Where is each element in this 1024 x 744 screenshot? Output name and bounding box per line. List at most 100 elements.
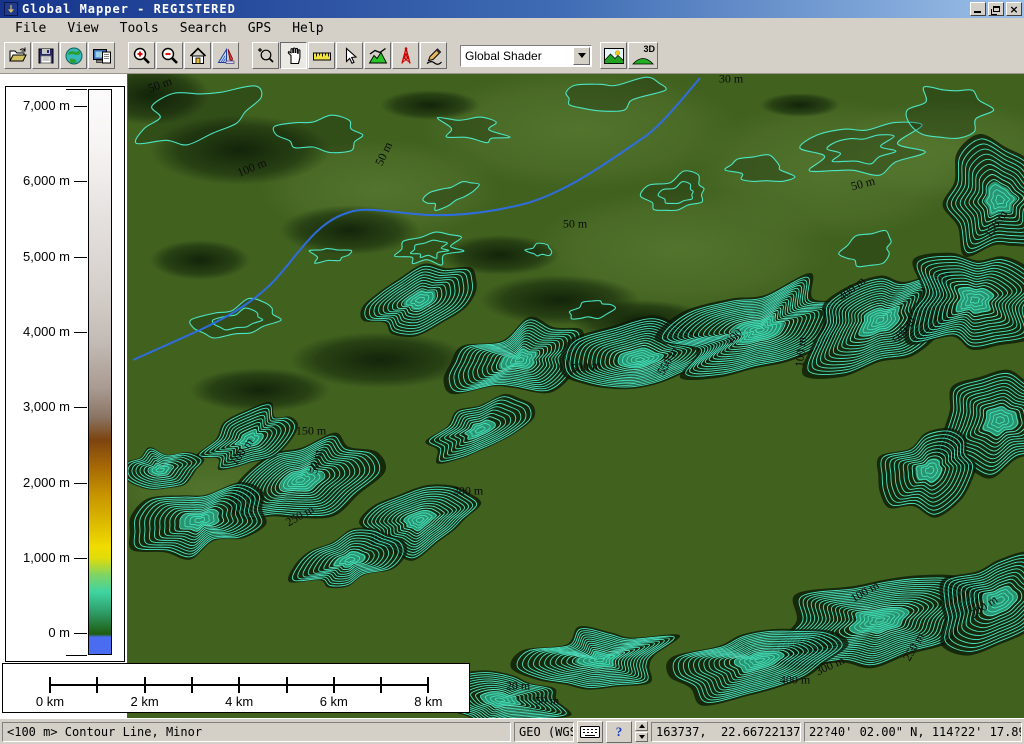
pan-tool-button[interactable] xyxy=(280,42,307,69)
legend-tick-label: 0 m xyxy=(6,625,70,640)
keyboard-button[interactable] xyxy=(577,721,603,743)
status-projection: GEO (WGS84 xyxy=(514,722,574,742)
3d-view-button[interactable]: 3D xyxy=(628,42,658,69)
digitizer-tool-button[interactable] xyxy=(420,42,447,69)
legend-tick xyxy=(74,407,87,408)
legend-tick xyxy=(74,633,87,634)
app-icon xyxy=(4,2,18,16)
contour-label: 100 m xyxy=(792,336,810,368)
scale-tick xyxy=(286,677,288,693)
map-viewport[interactable]: 30 m50 m100 m50 m50 m50 m150 m500 m550 m… xyxy=(128,74,1024,718)
scale-tick xyxy=(49,677,51,693)
menu-item-help[interactable]: Help xyxy=(283,20,332,37)
configuration-button[interactable] xyxy=(212,42,239,69)
shader-dropdown-arrow[interactable] xyxy=(573,47,590,65)
keyboard-icon xyxy=(580,725,600,739)
status-bar: <100 m> Contour Line, Minor GEO (WGS84 ?… xyxy=(0,718,1024,744)
scale-bar: 0 km2 km4 km6 km8 km xyxy=(2,663,470,713)
path-profile-button[interactable] xyxy=(364,42,391,69)
measure-tool-button[interactable] xyxy=(308,42,335,69)
toolbar: Global Shader 3D xyxy=(0,38,1024,74)
legend-tick xyxy=(74,257,87,258)
hand-icon xyxy=(284,46,304,66)
contour-label: 400 m xyxy=(780,673,810,688)
legend-tick-label: 7,000 m xyxy=(6,98,70,113)
close-button[interactable]: × xyxy=(1006,2,1022,16)
scale-label: 6 km xyxy=(306,694,362,709)
menu-bar: FileViewToolsSearchGPSHelp xyxy=(0,18,1024,38)
status-feature-text: <100 m> Contour Line, Minor xyxy=(2,722,511,742)
open-button[interactable] xyxy=(4,42,31,69)
legend-tick xyxy=(74,332,87,333)
magnifier-icon xyxy=(256,46,276,66)
elevation-legend: 7,000 m6,000 m5,000 m4,000 m3,000 m2,000… xyxy=(5,86,125,662)
spin-up-icon[interactable] xyxy=(635,721,648,731)
online-data-button[interactable] xyxy=(60,42,87,69)
elevation-legend-pane: 7,000 m6,000 m5,000 m4,000 m3,000 m2,000… xyxy=(0,74,128,718)
export-button[interactable] xyxy=(88,42,115,69)
globe-icon xyxy=(64,46,84,66)
contour-label: 50 m xyxy=(535,694,559,709)
coordinate-format-spinner[interactable] xyxy=(635,721,648,743)
status-coords-decimal: 163737, 22.66722137 ) xyxy=(651,722,801,742)
full-extent-button[interactable] xyxy=(184,42,211,69)
zoom-in-button[interactable] xyxy=(128,42,155,69)
title-bar[interactable]: Global Mapper - REGISTERED × xyxy=(0,0,1024,18)
legend-tick-label: 1,000 m xyxy=(6,550,70,565)
terrain-profile-icon xyxy=(368,46,388,66)
scale-tick xyxy=(144,677,146,693)
pencil-icon xyxy=(424,46,444,66)
spin-down-icon[interactable] xyxy=(635,732,648,742)
menu-item-search[interactable]: Search xyxy=(171,20,236,37)
scale-label: 8 km xyxy=(400,694,456,709)
contour-label: 150 m xyxy=(296,424,326,439)
main-area: 7,000 m6,000 m5,000 m4,000 m3,000 m2,000… xyxy=(0,74,1024,718)
save-floppy-icon xyxy=(36,46,56,66)
drafting-triangle-icon xyxy=(216,46,236,66)
3d-button-label: 3D xyxy=(643,44,655,54)
scale-tick xyxy=(191,677,193,693)
scale-tick xyxy=(238,677,240,693)
global-mapper-window: Global Mapper - REGISTERED × FileViewToo… xyxy=(0,0,1024,744)
help-icon: ? xyxy=(616,724,623,740)
cursor-arrow-icon xyxy=(340,46,360,66)
home-icon xyxy=(188,46,208,66)
close-icon: × xyxy=(1009,4,1018,15)
overlay-picture-icon xyxy=(603,46,625,66)
menu-item-view[interactable]: View xyxy=(58,20,107,37)
menu-item-tools[interactable]: Tools xyxy=(111,20,168,37)
zoom-tool-button[interactable] xyxy=(252,42,279,69)
legend-tick xyxy=(66,655,87,656)
open-folder-icon xyxy=(8,46,28,66)
legend-tick xyxy=(74,181,87,182)
scale-tick xyxy=(380,677,382,693)
legend-tick-label: 6,000 m xyxy=(6,173,70,188)
scale-tick xyxy=(333,677,335,693)
select-tool-button[interactable] xyxy=(336,42,363,69)
zoom-in-icon xyxy=(132,46,152,66)
ruler-icon xyxy=(312,46,332,66)
legend-tick xyxy=(74,483,87,484)
save-button[interactable] xyxy=(32,42,59,69)
legend-tick-label: 3,000 m xyxy=(6,399,70,414)
status-coords-dms: 22?40' 02.00" N, 114?22' 17.89" E xyxy=(804,722,1022,742)
elevation-gradient-bar xyxy=(88,89,112,655)
antenna-icon xyxy=(396,46,416,66)
legend-tick xyxy=(74,106,87,107)
help-button[interactable]: ? xyxy=(606,721,632,743)
shader-dropdown[interactable]: Global Shader xyxy=(460,45,592,67)
restore-button[interactable] xyxy=(988,2,1004,16)
legend-tick-label: 4,000 m xyxy=(6,324,70,339)
control-center-button[interactable] xyxy=(600,42,627,69)
menu-item-gps[interactable]: GPS xyxy=(239,20,280,37)
contour-label: 50 m xyxy=(563,217,587,232)
shader-dropdown-value: Global Shader xyxy=(461,49,572,63)
minimize-button[interactable] xyxy=(970,2,986,16)
view-shed-button[interactable] xyxy=(392,42,419,69)
zoom-out-icon xyxy=(160,46,180,66)
restore-icon xyxy=(993,6,1000,12)
menu-item-file[interactable]: File xyxy=(6,20,55,37)
zoom-out-button[interactable] xyxy=(156,42,183,69)
legend-tick-label: 5,000 m xyxy=(6,249,70,264)
scale-tick xyxy=(427,677,429,693)
